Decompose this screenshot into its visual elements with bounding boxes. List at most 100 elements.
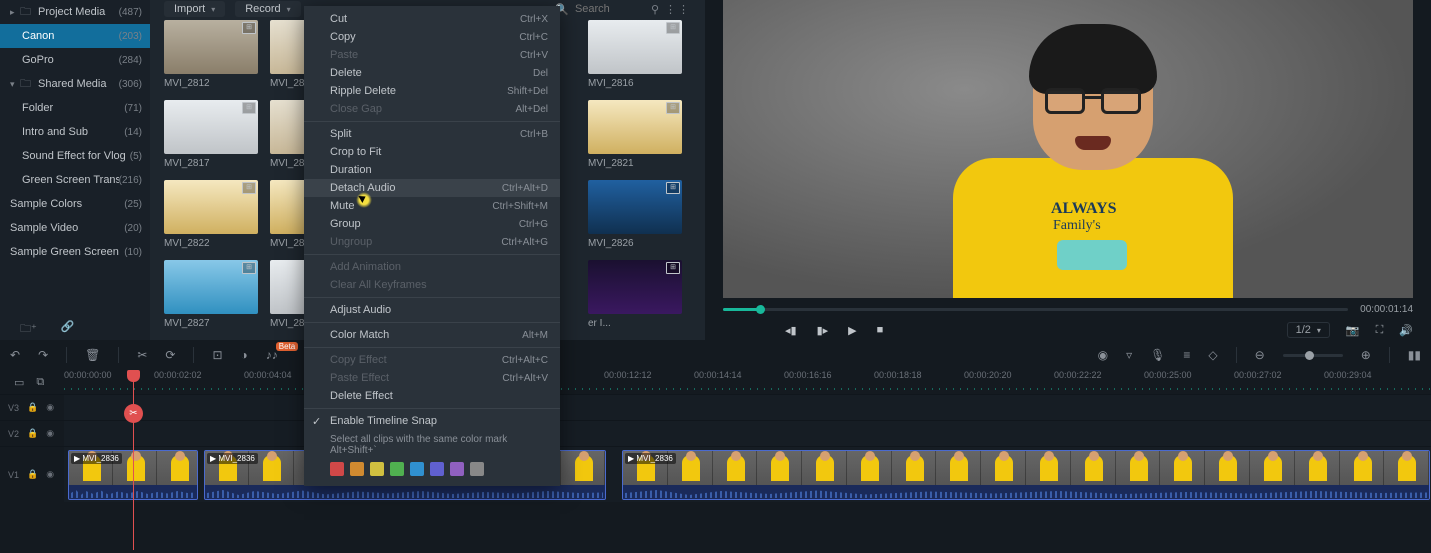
link-icon[interactable]: 🔗 xyxy=(61,320,75,340)
media-thumbnail[interactable]: ⊞MVI_2817 xyxy=(164,100,258,169)
color-swatch[interactable] xyxy=(410,462,424,476)
add-to-timeline-icon[interactable]: ⊞ xyxy=(666,102,680,114)
sidebar-item-shared-media[interactable]: ▾ 🗀 Shared Media (306) xyxy=(0,72,150,96)
volume-icon[interactable]: 🔊 xyxy=(1399,324,1413,337)
sidebar-item-canon[interactable]: Canon (203) xyxy=(0,24,150,48)
color-swatch[interactable] xyxy=(350,462,364,476)
snapshot-icon[interactable]: 📷 xyxy=(1346,324,1360,337)
color-swatch[interactable] xyxy=(330,462,344,476)
menu-item-crop-to-fit[interactable]: Crop to Fit xyxy=(304,143,560,161)
color-swatch[interactable] xyxy=(430,462,444,476)
menu-item-duration[interactable]: Duration xyxy=(304,161,560,179)
sidebar-item-sample-video[interactable]: Sample Video (20) xyxy=(0,216,150,240)
color-swatch[interactable] xyxy=(370,462,384,476)
fullscreen-icon[interactable]: ⛶ xyxy=(1376,324,1384,337)
add-to-timeline-icon[interactable]: ⊞ xyxy=(242,262,256,274)
add-to-timeline-icon[interactable]: ⊞ xyxy=(666,262,680,274)
media-thumbnail[interactable]: ⊞MVI_2812 xyxy=(164,20,258,89)
add-to-timeline-icon[interactable]: ⊞ xyxy=(666,182,680,194)
zoom-slider[interactable] xyxy=(1283,354,1343,357)
step-forward-button[interactable]: ▮▸ xyxy=(817,324,829,337)
menu-item-split[interactable]: SplitCtrl+B xyxy=(304,125,560,143)
filter-icon[interactable]: ⚲ xyxy=(651,3,659,16)
record-button[interactable]: Record ▾ xyxy=(235,1,300,17)
media-thumbnail[interactable]: ⊞er I... xyxy=(588,260,682,329)
eye-icon[interactable]: ◉ xyxy=(46,402,54,413)
track-manage-icon[interactable]: ▭ xyxy=(14,376,24,389)
keyframe-icon[interactable]: ◇ xyxy=(1208,348,1217,362)
track-body[interactable]: ▶ MVI_2836▶ MVI_2836▶ MVI_2836 xyxy=(64,447,1431,502)
preview-video[interactable]: ALWAYS Family's xyxy=(723,0,1413,298)
add-to-timeline-icon[interactable]: ⊞ xyxy=(666,22,680,34)
sidebar-item-sound-effect[interactable]: Sound Effect for Vlog (5) xyxy=(0,144,150,168)
clip-counter[interactable]: 1/2 ▾ xyxy=(1287,322,1330,338)
color-swatch[interactable] xyxy=(470,462,484,476)
media-thumbnail[interactable]: ⊞MVI_2821 xyxy=(588,100,682,169)
media-thumbnail[interactable]: ⊞MVI_2816 xyxy=(588,20,682,89)
stop-button[interactable]: ■ xyxy=(877,324,884,337)
redo-icon[interactable]: ↷ xyxy=(38,348,48,362)
menu-item-copy[interactable]: CopyCtrl+C xyxy=(304,28,560,46)
sidebar-item-intro-sub[interactable]: Intro and Sub (14) xyxy=(0,120,150,144)
sidebar-item-gopro[interactable]: GoPro (284) xyxy=(0,48,150,72)
lock-icon[interactable]: 🔒 xyxy=(27,402,38,413)
marker-icon[interactable]: ▿ xyxy=(1126,348,1132,362)
search-input[interactable] xyxy=(575,3,645,15)
media-thumbnail[interactable]: ⊞MVI_2827 xyxy=(164,260,258,329)
sidebar-item-folder[interactable]: Folder (71) xyxy=(0,96,150,120)
menu-item-delete[interactable]: DeleteDel xyxy=(304,64,560,82)
sidebar-item-sample-colors[interactable]: Sample Colors (25) xyxy=(0,192,150,216)
undo-icon[interactable]: ↶ xyxy=(10,348,20,362)
new-folder-icon[interactable]: 🗀⁺ xyxy=(20,320,37,340)
sidebar-item-sample-green[interactable]: Sample Green Screen (10) xyxy=(0,240,150,264)
color-swatch[interactable] xyxy=(450,462,464,476)
delete-icon[interactable]: 🗑 xyxy=(85,348,100,362)
import-button[interactable]: Import ▾ xyxy=(164,1,225,17)
menu-item-detach-audio[interactable]: Detach AudioCtrl+Alt+D xyxy=(304,179,560,197)
media-thumbnail[interactable]: ⊞MVI_2826 xyxy=(588,180,682,249)
add-to-timeline-icon[interactable]: ⊞ xyxy=(242,182,256,194)
render-icon[interactable]: ◉ xyxy=(1098,348,1108,362)
voiceover-icon[interactable]: 🎙 xyxy=(1150,348,1165,362)
play-button[interactable]: ▶ xyxy=(848,324,856,337)
preview-scrubber[interactable]: 00:00:01:14 xyxy=(723,302,1413,316)
color-icon[interactable]: ◑ xyxy=(241,348,248,362)
add-to-timeline-icon[interactable]: ⊞ xyxy=(242,22,256,34)
menu-item-delete-effect[interactable]: Delete Effect xyxy=(304,387,560,405)
color-swatch[interactable] xyxy=(390,462,404,476)
menu-item-ripple-delete[interactable]: Ripple DeleteShift+Del xyxy=(304,82,560,100)
lock-icon[interactable]: 🔒 xyxy=(27,428,38,439)
add-to-timeline-icon[interactable]: ⊞ xyxy=(242,102,256,114)
timeline-playhead[interactable]: ✂ xyxy=(133,370,134,550)
menu-item-mute[interactable]: MuteCtrl+Shift+M xyxy=(304,197,560,215)
eye-icon[interactable]: ◉ xyxy=(46,469,54,480)
zoom-in-icon[interactable]: ⊕ xyxy=(1361,348,1371,362)
zoom-out-icon[interactable]: ⊖ xyxy=(1255,348,1265,362)
split-icon[interactable]: ✂ xyxy=(137,348,147,362)
media-thumbnail[interactable]: ⊞MVI_2822 xyxy=(164,180,258,249)
menu-item-enable-timeline-snap[interactable]: ✓Enable Timeline Snap xyxy=(304,412,560,430)
more-icon[interactable]: ⋮⋮ xyxy=(665,3,691,16)
menu-item-group[interactable]: GroupCtrl+G xyxy=(304,215,560,233)
mixer-icon[interactable]: ≡ xyxy=(1183,348,1190,362)
scrub-track[interactable] xyxy=(723,308,1348,311)
sidebar-item-green-screen[interactable]: Green Screen Trans (216) xyxy=(0,168,150,192)
sidebar-item-project-media[interactable]: ▸ 🗀 Project Media (487) xyxy=(0,0,150,24)
step-back-button[interactable]: ◂▮ xyxy=(785,324,797,337)
audio-icon[interactable]: ♪♪ xyxy=(266,348,278,362)
timeline-ruler[interactable]: 00:00:00:0000:00:02:0200:00:04:0400:00:1… xyxy=(64,370,1431,394)
track-body[interactable] xyxy=(64,421,1431,446)
timeline-clip[interactable]: ▶ MVI_2836 xyxy=(622,450,1430,500)
eye-icon[interactable]: ◉ xyxy=(46,428,54,439)
crop-icon[interactable]: ⊡ xyxy=(212,348,222,362)
playhead-handle[interactable] xyxy=(127,370,140,382)
timeline-options-icon[interactable]: ▮▮ xyxy=(1408,348,1421,362)
lock-icon[interactable]: 🔒 xyxy=(27,469,38,480)
menu-item-color-match[interactable]: Color MatchAlt+M xyxy=(304,326,560,344)
track-body[interactable] xyxy=(64,395,1431,420)
speed-icon[interactable]: ⟳ xyxy=(165,348,175,362)
menu-item-cut[interactable]: CutCtrl+X xyxy=(304,10,560,28)
magnet-icon[interactable]: ⧉ xyxy=(36,376,44,389)
playhead-split-icon[interactable]: ✂ xyxy=(124,404,143,423)
menu-item-adjust-audio[interactable]: Adjust Audio xyxy=(304,301,560,319)
